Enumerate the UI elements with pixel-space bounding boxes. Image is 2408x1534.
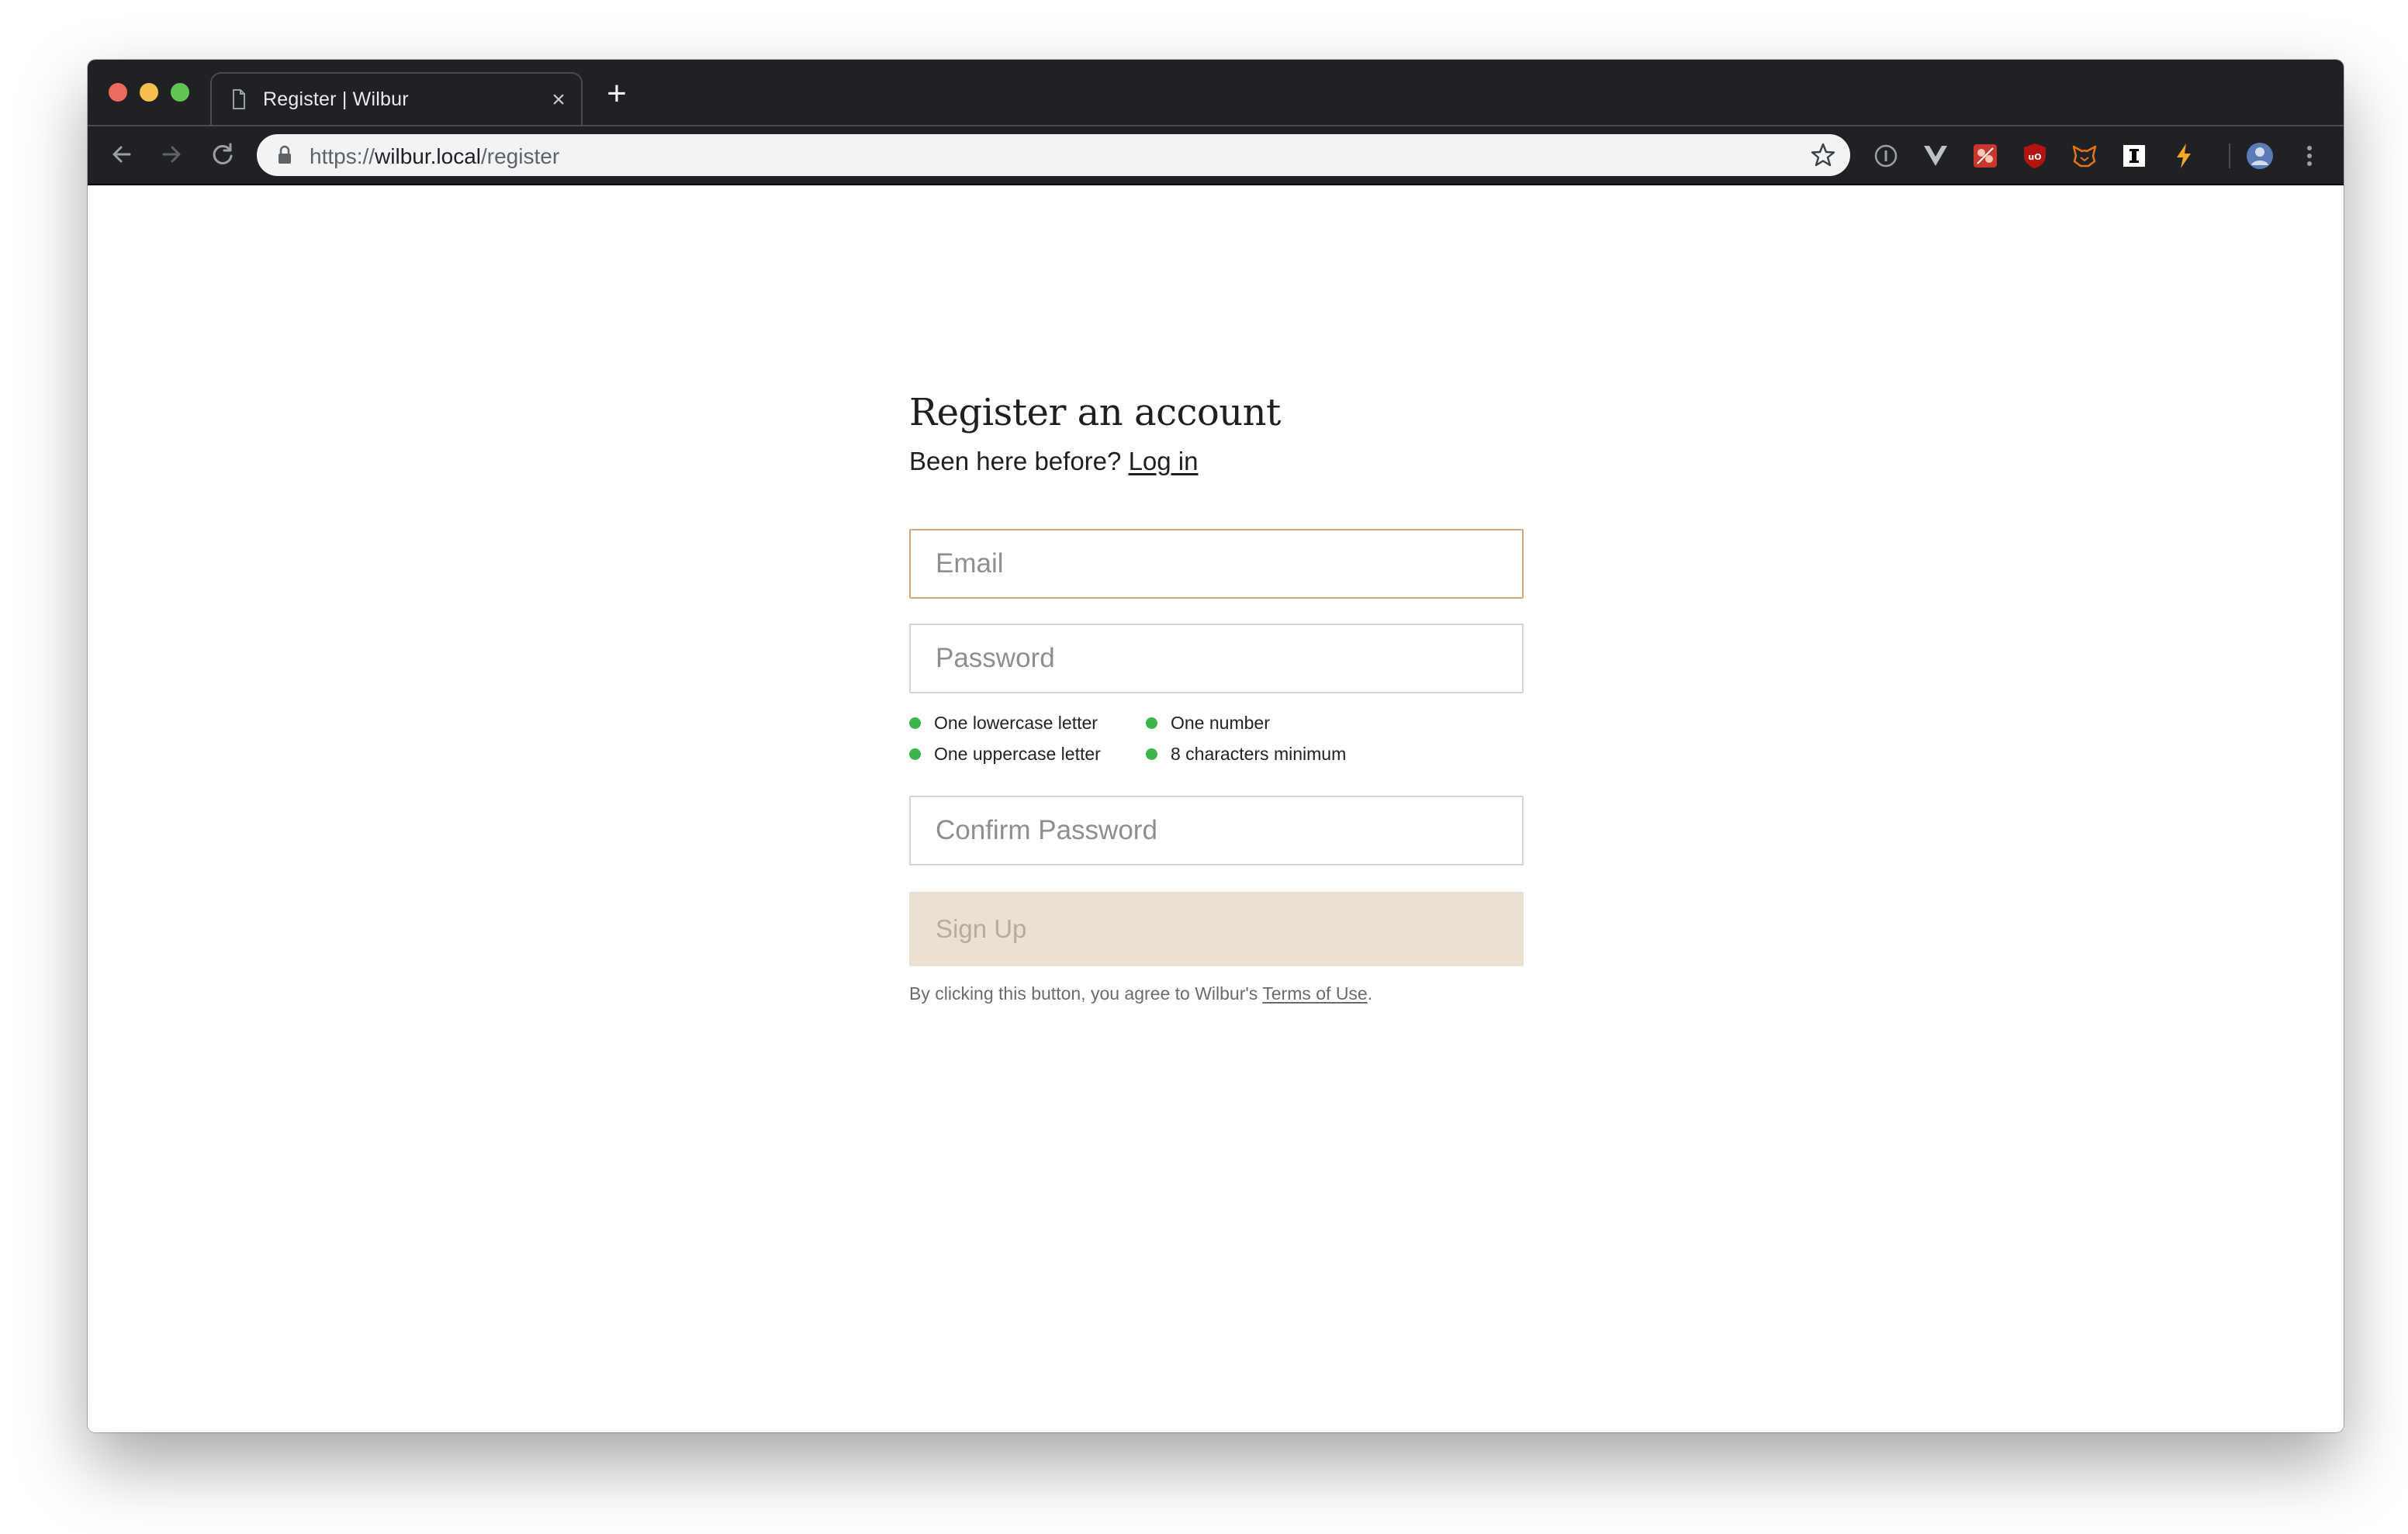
metamask-fox-icon[interactable] (2069, 140, 2100, 171)
login-link[interactable]: Log in (1129, 447, 1199, 475)
rule-status-dot (1146, 717, 1157, 729)
minimize-window-button[interactable] (140, 83, 158, 102)
terms-suffix: . (1367, 983, 1373, 1004)
forward-arrow-icon[interactable] (154, 137, 189, 171)
vue-devtools-icon[interactable] (1920, 140, 1951, 171)
browser-window: Register | Wilbur × + https://wilbur.loc… (88, 60, 2344, 1432)
lock-icon (279, 145, 291, 164)
reload-icon[interactable] (206, 137, 240, 171)
password-field[interactable] (911, 625, 1522, 692)
ublock-origin-icon[interactable]: uO (2019, 140, 2050, 171)
password-rule: One uppercase letter (909, 743, 1146, 765)
password-rule-label: One number (1171, 713, 1270, 733)
terms-notice: By clicking this button, you agree to Wi… (909, 983, 1524, 1004)
back-arrow-icon[interactable] (105, 137, 139, 171)
browser-toolbar: https://wilbur.local/register uO (88, 125, 2344, 184)
document-icon (233, 89, 245, 109)
profile-avatar-icon[interactable] (2244, 140, 2275, 171)
page-title: Register an account (909, 391, 1281, 434)
address-bar[interactable]: https://wilbur.local/register (257, 134, 1850, 176)
close-window-button[interactable] (109, 83, 127, 102)
register-form: Register an account Been here before? Lo… (909, 389, 1524, 1004)
tab-strip: Register | Wilbur × + (88, 60, 2344, 126)
extension-red-icon[interactable] (1970, 140, 2001, 171)
terms-of-use-link[interactable]: Terms of Use (1262, 983, 1367, 1004)
rule-status-dot (909, 717, 921, 729)
password-rule: 8 characters minimum (1146, 743, 1394, 765)
maximize-window-button[interactable] (171, 83, 189, 102)
password-rule-label: 8 characters minimum (1171, 744, 1347, 764)
password-field-wrapper (909, 624, 1524, 693)
password-rule-label: One lowercase letter (934, 713, 1098, 733)
url-text: https://wilbur.local/register (310, 144, 559, 169)
password-rule-label: One uppercase letter (934, 744, 1101, 764)
terms-text: By clicking this button, you agree to Wi… (909, 983, 1258, 1004)
page-viewport: Register an account Been here before? Lo… (88, 185, 2344, 1432)
sign-up-button[interactable]: Sign Up (909, 892, 1524, 966)
password-rule: One lowercase letter (909, 712, 1146, 734)
email-field[interactable] (911, 530, 1522, 597)
rule-status-dot (1146, 748, 1157, 760)
tab-register[interactable]: Register | Wilbur × (210, 72, 583, 126)
login-prompt-text: Been here before? (909, 447, 1122, 475)
instapaper-icon[interactable] (2119, 140, 2150, 171)
menu-dots-icon[interactable] (2294, 140, 2325, 171)
rule-status-dot (909, 748, 921, 760)
info-icon[interactable] (1870, 140, 1901, 171)
svg-text:uO: uO (2028, 152, 2041, 162)
tab-close-icon[interactable]: × (547, 88, 570, 112)
new-tab-button[interactable]: + (603, 77, 631, 111)
confirm-password-field[interactable] (911, 797, 1522, 864)
login-prompt: Been here before? Log in (909, 445, 1524, 478)
email-field-wrapper (909, 529, 1524, 599)
url-path: /register (481, 144, 560, 168)
url-host: wilbur.local (375, 144, 481, 168)
password-rules: One lowercase letter One number One uppe… (909, 712, 1524, 765)
confirm-password-field-wrapper (909, 796, 1524, 865)
tab-title: Register | Wilbur (263, 88, 409, 110)
toolbar-separator (2229, 143, 2230, 168)
password-rule: One number (1146, 712, 1394, 734)
url-scheme: https:// (310, 144, 375, 168)
bookmark-star-icon[interactable] (1810, 142, 1836, 168)
lightning-icon[interactable] (2168, 140, 2199, 171)
